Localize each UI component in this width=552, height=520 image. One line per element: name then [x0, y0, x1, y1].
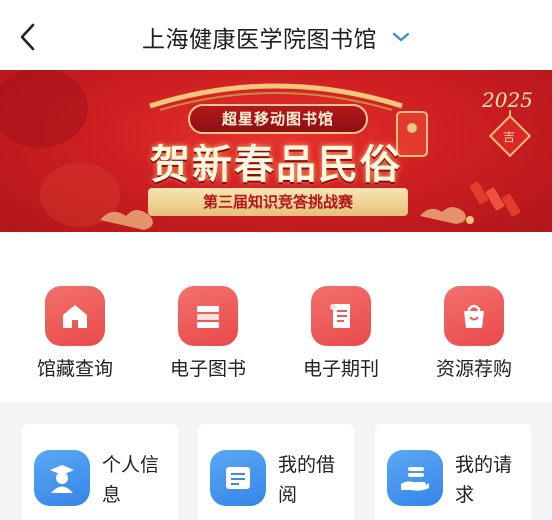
- books-icon: [178, 286, 238, 346]
- home-icon: [45, 286, 105, 346]
- menu-item-ebooks[interactable]: 电子图书: [158, 286, 258, 381]
- scroll-document-icon: [311, 286, 371, 346]
- menu-item-label: 资源荐购: [435, 358, 512, 380]
- banner-tag: 超星移动图书馆: [188, 104, 368, 134]
- banner-subtitle: 第三届知识竞答挑战赛: [148, 188, 408, 216]
- page-title: 上海健康医学院图书馆: [141, 27, 377, 53]
- card-label: 我的借阅: [278, 454, 336, 506]
- hand-request-icon: [387, 450, 443, 506]
- banner-year: 2025: [482, 88, 533, 112]
- chevron-down-icon: [392, 32, 410, 42]
- banner-headline: 贺新春品民俗: [150, 141, 402, 188]
- menu-item-label: 电子图书: [169, 358, 246, 380]
- menu-item-collection-search[interactable]: 馆藏查询: [25, 286, 125, 381]
- top-bar: 上海健康医学院图书馆: [0, 0, 552, 70]
- card-personal-info[interactable]: 个人信息: [22, 424, 178, 520]
- library-selector[interactable]: 上海健康医学院图书馆: [0, 20, 552, 54]
- menu-item-label: 馆藏查询: [36, 358, 113, 380]
- card-my-borrowing[interactable]: 我的借阅: [198, 424, 354, 520]
- menu-item-ejournals[interactable]: 电子期刊: [291, 286, 391, 381]
- quick-menu: 馆藏查询 电子图书 电子期刊 资源荐购: [0, 232, 552, 402]
- card-my-requests[interactable]: 我的请求: [375, 424, 531, 520]
- shopping-bag-icon: [444, 286, 504, 346]
- menu-item-resource-recommend[interactable]: 资源荐购: [424, 286, 524, 381]
- service-cards: 个人信息 我的借阅 我的请求: [0, 402, 552, 520]
- graduate-user-icon: [34, 450, 90, 506]
- promo-banner[interactable]: 吉 超星移动图书馆 贺新春品民俗 第三届知识竞答挑战赛 2025: [0, 70, 552, 232]
- open-book-icon: [210, 450, 266, 506]
- menu-item-label: 电子期刊: [302, 358, 379, 380]
- card-label: 我的请求: [455, 454, 513, 506]
- card-label: 个人信息: [102, 454, 160, 506]
